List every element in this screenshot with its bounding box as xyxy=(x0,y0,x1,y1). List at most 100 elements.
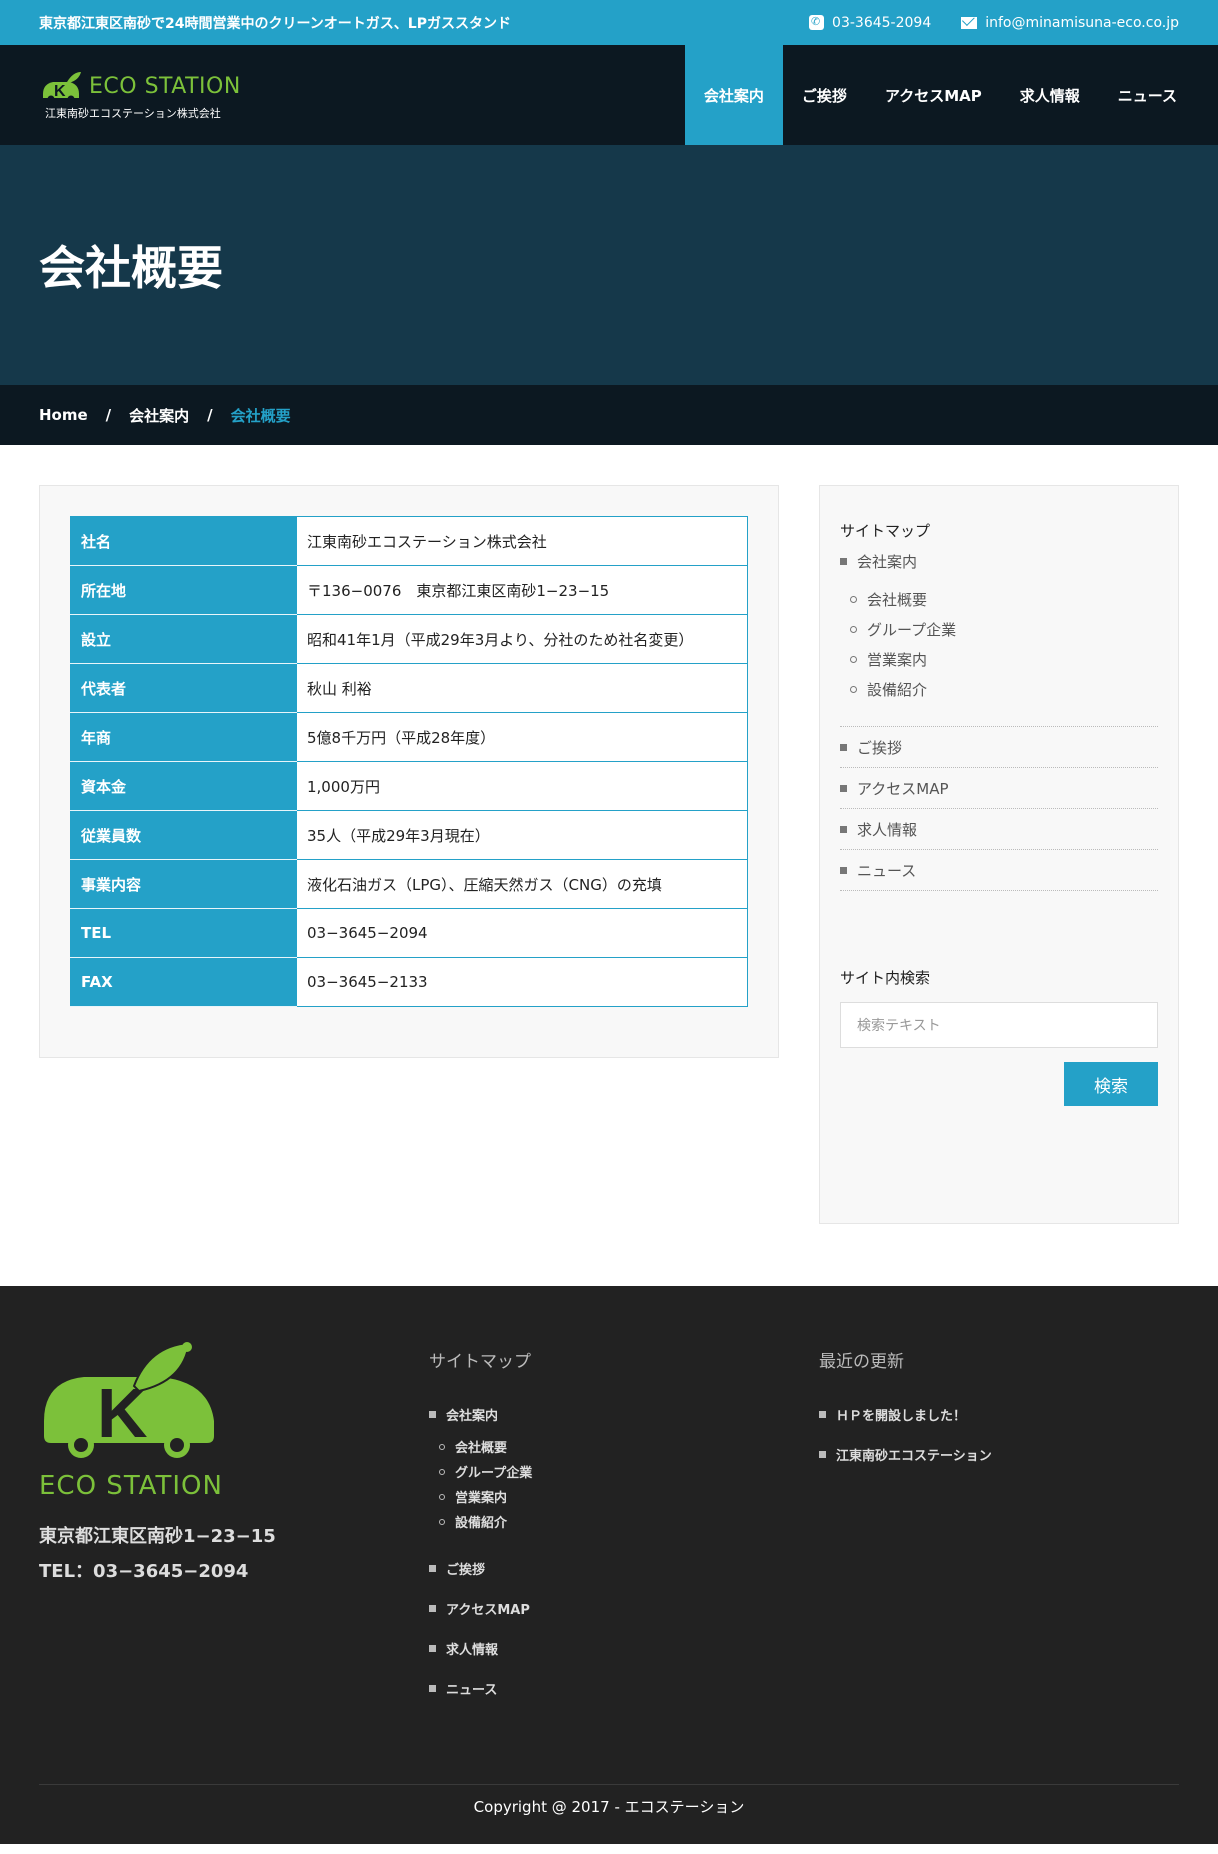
page-title: 会社概要 xyxy=(39,241,223,295)
footer-item-greeting[interactable]: ご挨拶 xyxy=(429,1548,819,1588)
sidebar-sub-label: 営業案内 xyxy=(867,650,928,669)
top-bar: 東京都江東区南砂で24時間営業中のクリーンオートガス、LPガススタンド 03-3… xyxy=(0,0,1218,45)
sidebar-sub-item[interactable]: 営業案内 xyxy=(850,644,1158,674)
circle-bullet-icon xyxy=(850,655,857,663)
footer-item-recruit[interactable]: 求人情報 xyxy=(429,1628,819,1668)
breadcrumb-parent[interactable]: 会社案内 xyxy=(129,405,189,426)
table-key-cell: 設立 xyxy=(70,614,297,664)
table-row: 所在地 〒136−0076 東京都江東区南砂1−23−15 xyxy=(70,565,748,615)
site-footer: K ECO STATION 東京都江東区南砂1−23−15 TEL：03−364… xyxy=(0,1286,1218,1844)
footer-sub-list: 会社概要 グループ企業 営業案内 設備紹介 xyxy=(439,1434,819,1534)
breadcrumb-separator: / xyxy=(207,406,213,424)
footer-recent-item[interactable]: 江東南砂エコステーション xyxy=(819,1434,1179,1474)
square-bullet-icon xyxy=(429,1644,436,1652)
search-button[interactable]: 検索 xyxy=(1064,1062,1158,1106)
sidebar-sub-item[interactable]: 会社概要 xyxy=(850,584,1158,614)
circle-bullet-icon xyxy=(439,1493,445,1500)
footer-tel[interactable]: TEL：03−3645−2094 xyxy=(39,1554,429,1589)
footer-sub-label: 設備紹介 xyxy=(455,1516,508,1531)
footer-item-label: 求人情報 xyxy=(446,1642,499,1658)
table-value-cell: 昭和41年1月（平成29年3月より、分社のため社名変更） xyxy=(296,614,748,664)
footer-item-company[interactable]: 会社案内 xyxy=(429,1394,819,1434)
sidebar-sub-item[interactable]: グループ企業 xyxy=(850,614,1158,644)
footer-recent-label: 江東南砂エコステーション xyxy=(836,1448,992,1464)
footer-sub-label: 営業案内 xyxy=(455,1491,508,1506)
sidebar-item-label: ご挨拶 xyxy=(857,738,903,757)
footer-sitemap: サイトマップ 会社案内 会社概要 グループ企業 営業案内 設備紹介 ご挨拶 アク… xyxy=(429,1341,819,1708)
circle-bullet-icon xyxy=(850,685,857,693)
top-email[interactable]: info@minamisuna-eco.co.jp xyxy=(961,15,1179,31)
square-bullet-icon xyxy=(819,1450,826,1458)
circle-bullet-icon xyxy=(850,625,857,633)
main-nav: 会社案内 ご挨拶 アクセスMAP 求人情報 ニュース xyxy=(684,45,1196,145)
footer-sub-item[interactable]: グループ企業 xyxy=(439,1459,819,1484)
footer-sub-item[interactable]: 会社概要 xyxy=(439,1434,819,1459)
sidebar-sub-label: グループ企業 xyxy=(867,620,957,639)
footer-sub-label: 会社概要 xyxy=(455,1441,508,1456)
sidebar-item-company[interactable]: 会社案内 xyxy=(840,551,1158,572)
nav-access-map[interactable]: アクセスMAP xyxy=(866,45,1001,145)
sidebar-sub-item[interactable]: 設備紹介 xyxy=(850,674,1158,704)
content-area: 社名 江東南砂エコステーション株式会社 所在地 〒136−0076 東京都江東区南砂1… xyxy=(0,445,1218,1286)
svg-text:K: K xyxy=(54,83,66,100)
table-key-cell: 年商 xyxy=(70,712,297,762)
footer-item-news[interactable]: ニュース xyxy=(429,1668,819,1708)
top-contact: 03-3645-2094 info@minamisuna-eco.co.jp xyxy=(809,15,1179,31)
sidebar-item-greeting[interactable]: ご挨拶 xyxy=(840,727,1158,768)
table-row: FAX 03−3645−2133 xyxy=(70,957,748,1007)
sidebar-search-title: サイト内検索 xyxy=(840,969,931,987)
table-key-cell: FAX xyxy=(70,957,297,1007)
sidebar-company-group: 会社案内 会社概要 グループ企業 営業案内 設備紹介 xyxy=(840,551,1158,727)
breadcrumb-home[interactable]: Home xyxy=(39,406,88,424)
sidebar-item-news[interactable]: ニュース xyxy=(840,850,1158,891)
logo-subtitle: 江東南砂エコステーション株式会社 xyxy=(45,106,221,120)
table-key-cell: 従業員数 xyxy=(70,810,297,860)
footer-divider xyxy=(39,1784,1179,1785)
footer-item-access-map[interactable]: アクセスMAP xyxy=(429,1588,819,1628)
table-value-cell: 秋山 利裕 xyxy=(296,663,748,713)
top-phone[interactable]: 03-3645-2094 xyxy=(809,15,931,31)
logo-text: ECO STATION xyxy=(89,74,241,99)
footer-logo-text: ECO STATION xyxy=(39,1471,223,1501)
circle-bullet-icon xyxy=(439,1443,445,1450)
table-row: TEL 03−3645−2094 xyxy=(70,908,748,958)
sidebar-sub-label: 会社概要 xyxy=(867,590,928,609)
square-bullet-icon xyxy=(840,743,847,751)
circle-bullet-icon xyxy=(439,1518,445,1525)
table-row: 代表者 秋山 利裕 xyxy=(70,663,748,713)
table-key-cell: 事業内容 xyxy=(70,859,297,909)
phone-icon xyxy=(809,15,825,30)
breadcrumb-separator: / xyxy=(105,406,112,424)
nav-company[interactable]: 会社案内 xyxy=(684,45,783,145)
footer-item-label: ニュース xyxy=(446,1682,498,1698)
footer-recent-item[interactable]: ＨＰを開設しました！ xyxy=(819,1394,1179,1434)
square-bullet-icon xyxy=(840,825,847,833)
table-value-cell: 03−3645−2094 xyxy=(296,908,748,958)
footer-address: 東京都江東区南砂1−23−15 xyxy=(39,1526,276,1547)
search-input[interactable]: 検索テキスト xyxy=(840,1002,1158,1048)
car-leaf-logo-icon: K xyxy=(43,71,81,102)
sidebar-item-access-map[interactable]: アクセスMAP xyxy=(840,768,1158,809)
sidebar-item-recruit[interactable]: 求人情報 xyxy=(840,809,1158,850)
table-key-cell: 社名 xyxy=(70,516,297,566)
table-value-cell: 〒136−0076 東京都江東区南砂1−23−15 xyxy=(296,565,748,615)
site-logo[interactable]: K ECO STATION 江東南砂エコステーション株式会社 xyxy=(39,45,241,145)
table-value-cell: 5億8千万円（平成28年度） xyxy=(296,712,748,762)
footer-sub-item[interactable]: 設備紹介 xyxy=(439,1509,819,1534)
breadcrumb: Home / 会社案内 / 会社概要 xyxy=(0,385,1218,445)
top-phone-text: 03-3645-2094 xyxy=(832,14,932,31)
sidebar-item-label: アクセスMAP xyxy=(857,779,949,798)
table-value-cell: 1,000万円 xyxy=(296,761,748,811)
footer-item-label: 会社案内 xyxy=(446,1408,499,1424)
nav-news[interactable]: ニュース xyxy=(1099,45,1196,145)
circle-bullet-icon xyxy=(439,1468,445,1475)
table-value-cell: 液化石油ガス（LPG）、圧縮天然ガス（CNG）の充填 xyxy=(296,859,748,909)
footer-sub-label: グループ企業 xyxy=(455,1466,533,1481)
square-bullet-icon xyxy=(429,1564,436,1572)
square-bullet-icon xyxy=(429,1410,436,1418)
footer-company: K ECO STATION 東京都江東区南砂1−23−15 TEL：03−364… xyxy=(39,1341,429,1708)
footer-sub-item[interactable]: 営業案内 xyxy=(439,1484,819,1509)
nav-greeting[interactable]: ご挨拶 xyxy=(783,45,866,145)
sidebar-item-label: 求人情報 xyxy=(857,820,918,839)
nav-recruit[interactable]: 求人情報 xyxy=(1001,45,1099,145)
